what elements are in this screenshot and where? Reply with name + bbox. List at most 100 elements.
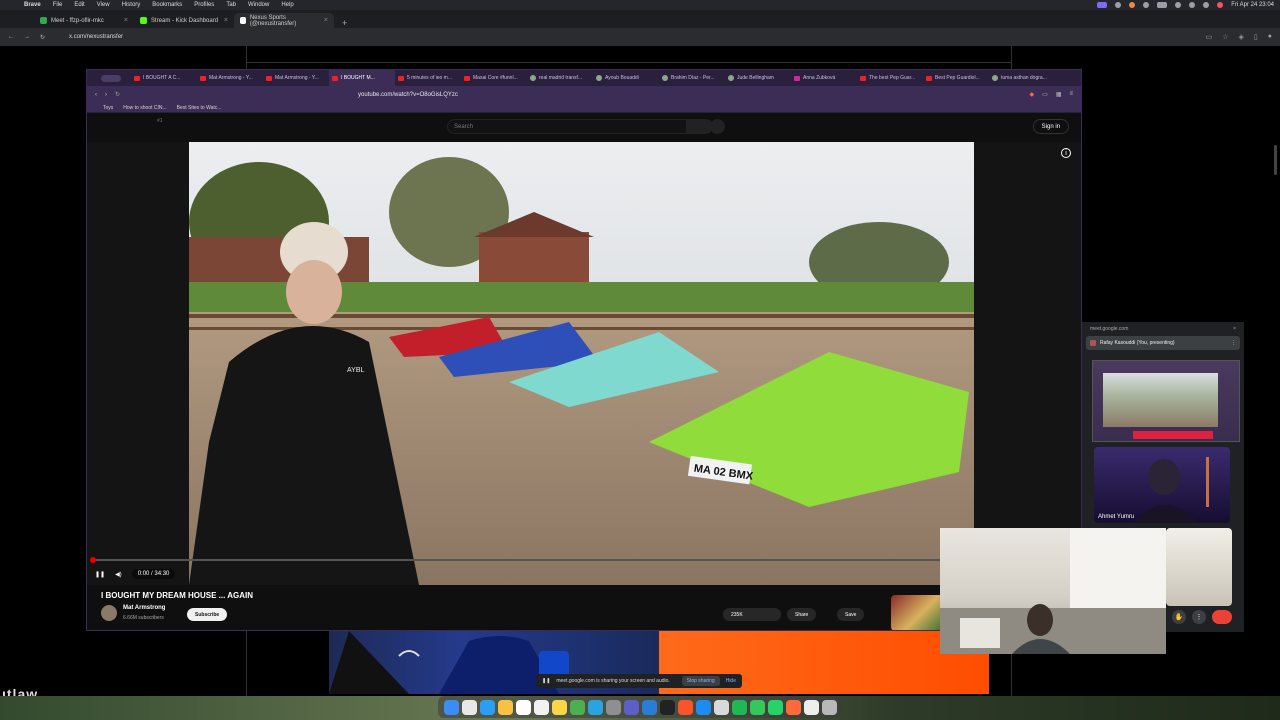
back-icon[interactable]: ‹	[95, 92, 97, 98]
menu-view[interactable]: View	[97, 2, 110, 8]
forward-icon[interactable]: ›	[105, 92, 107, 98]
cast-icon[interactable]: ▭	[1206, 33, 1213, 41]
menu-file[interactable]: File	[53, 2, 63, 8]
self-view-video[interactable]	[940, 528, 1166, 654]
close-icon[interactable]: ×	[224, 17, 228, 24]
launchpad-icon[interactable]	[461, 699, 477, 715]
mic-icon[interactable]	[710, 119, 725, 134]
settings-icon[interactable]	[605, 699, 621, 715]
inner-tab[interactable]: tuma asthan dogra...	[989, 70, 1055, 86]
inner-tab[interactable]: The best Pep Guar...	[857, 70, 923, 86]
inner-tab[interactable]: Anna Zubková	[791, 70, 857, 86]
close-icon[interactable]: ×	[1233, 326, 1236, 332]
menu-help[interactable]: Help	[281, 2, 293, 8]
inner-tab[interactable]: Masai Core #funnl...	[461, 70, 527, 86]
outer-tab-kick[interactable]: Stream - Kick Dashboard ×	[134, 13, 234, 28]
wifi-icon[interactable]	[1175, 2, 1182, 8]
sign-in-button[interactable]: Sign in	[1032, 119, 1069, 134]
reload-icon[interactable]: ↻	[40, 34, 45, 41]
finder-icon[interactable]	[443, 699, 459, 715]
inner-tab[interactable]: Mat Armstrong - Y...	[197, 70, 263, 86]
trash-icon[interactable]	[821, 699, 837, 715]
back-icon[interactable]: ←	[8, 34, 14, 40]
inner-tab[interactable]: Best Pep Guardiol...	[923, 70, 989, 86]
more-icon[interactable]: ⋮	[1231, 340, 1236, 346]
video-frame[interactable]: MA 02 BMX AYBL	[189, 142, 974, 585]
menu-app-name[interactable]: Brave	[24, 2, 41, 8]
new-tab-button[interactable]: +	[334, 18, 355, 28]
shield-icon[interactable]: ◈	[1239, 33, 1244, 41]
profile-icon[interactable]: ●	[1268, 33, 1272, 41]
page-scrollbar[interactable]	[1274, 145, 1277, 175]
siri-icon[interactable]	[1217, 2, 1224, 8]
bookmark-item[interactable]: Best Sites to Watc...	[177, 105, 222, 111]
whatsapp-icon[interactable]	[767, 699, 783, 715]
control-center-icon[interactable]	[1203, 2, 1210, 8]
chrome-icon[interactable]	[569, 699, 585, 715]
scrubber-handle[interactable]	[90, 557, 96, 563]
video-player[interactable]: MA 02 BMX AYBL i ❚❚ ◀) 0:00 / 34:30	[87, 142, 1081, 585]
share-button[interactable]: Share	[787, 608, 817, 621]
presentation-tile[interactable]	[1092, 360, 1240, 442]
more-options-icon[interactable]: ⋮	[1192, 610, 1206, 624]
forward-icon[interactable]: →	[24, 34, 30, 40]
app-store-icon[interactable]	[695, 699, 711, 715]
spotify-icon[interactable]	[731, 699, 747, 715]
search-icon[interactable]	[1189, 2, 1196, 8]
messages-icon[interactable]	[749, 699, 765, 715]
raise-hand-icon[interactable]: ✋	[1172, 610, 1186, 624]
sidebar-icon[interactable]: ▭	[1042, 91, 1048, 98]
apple-icon[interactable]	[6, 1, 14, 9]
participant-tile-small[interactable]	[1166, 528, 1232, 606]
inner-tab[interactable]: Jude Bellingham	[725, 70, 791, 86]
notes-icon[interactable]	[551, 699, 567, 715]
inner-tab[interactable]: real madrid transf...	[527, 70, 593, 86]
reminders-icon[interactable]	[533, 699, 549, 715]
inner-tab[interactable]: Mat Armstrong - Y...	[263, 70, 329, 86]
battery-icon[interactable]	[1157, 2, 1168, 8]
hide-button[interactable]: Hide	[726, 678, 736, 684]
close-icon[interactable]: ×	[124, 17, 128, 24]
bookmark-item[interactable]: How to shoot CIN...	[123, 105, 166, 111]
brave-shield-icon[interactable]: ◆	[1030, 91, 1035, 98]
inner-tab[interactable]: 5 minutes of ieo m...	[395, 70, 461, 86]
outer-tab-meet[interactable]: Meet - ffzp-oflir-mkc ×	[34, 13, 134, 28]
outer-tab-x[interactable]: Nexus Sports (@nexustransfer) ×	[234, 13, 334, 28]
bookmark-item[interactable]: Toys	[103, 105, 113, 111]
menu-history[interactable]: History	[122, 2, 141, 8]
brave-beta-icon[interactable]	[785, 699, 801, 715]
bookmark-star-icon[interactable]: ☆	[1222, 33, 1228, 41]
safari-icon[interactable]	[479, 699, 495, 715]
menu-window[interactable]: Window	[248, 2, 269, 8]
bluetooth-icon[interactable]	[1143, 2, 1150, 8]
progress-bar[interactable]	[90, 557, 973, 563]
info-icon[interactable]: i	[1061, 148, 1071, 158]
channel-avatar[interactable]	[101, 605, 117, 621]
inner-tab-active[interactable]: I BOUGHT M...	[329, 70, 395, 86]
sidebar-icon[interactable]: ▯	[1254, 33, 1258, 41]
inner-tab[interactable]: Brahim Díaz - Per...	[659, 70, 725, 86]
telegram-icon[interactable]	[587, 699, 603, 715]
menu-profiles[interactable]: Profiles	[194, 2, 214, 8]
record-icon[interactable]	[1129, 2, 1136, 8]
screen-share-icon[interactable]	[1097, 2, 1108, 8]
menu-tab[interactable]: Tab	[226, 2, 236, 8]
calendar-icon[interactable]	[515, 699, 531, 715]
save-button[interactable]: Save	[837, 608, 865, 621]
extensions-icon[interactable]: ▦	[1056, 91, 1062, 98]
photos-icon[interactable]	[497, 699, 513, 715]
outer-url-field[interactable]: x.com/nexustransfer	[69, 34, 123, 40]
window-controls[interactable]	[101, 74, 121, 82]
inner-url-field[interactable]: youtube.com/watch?v=O8oGisLQYzc	[358, 92, 458, 98]
teams-icon[interactable]	[623, 699, 639, 715]
end-call-button[interactable]	[1212, 610, 1232, 624]
like-button[interactable]: 235K	[723, 608, 781, 621]
close-icon[interactable]: ×	[324, 17, 328, 24]
volume-icon[interactable]: ◀)	[115, 571, 122, 578]
vscode-icon[interactable]	[641, 699, 657, 715]
subscribe-button[interactable]: Subscribe	[187, 608, 228, 621]
clock[interactable]: Fri Apr 24 23:04	[1231, 2, 1274, 8]
inner-tab[interactable]: I BOUGHT A C...	[131, 70, 197, 86]
documents-icon[interactable]	[803, 699, 819, 715]
inner-tab[interactable]: Ayoub Bouaddi	[593, 70, 659, 86]
